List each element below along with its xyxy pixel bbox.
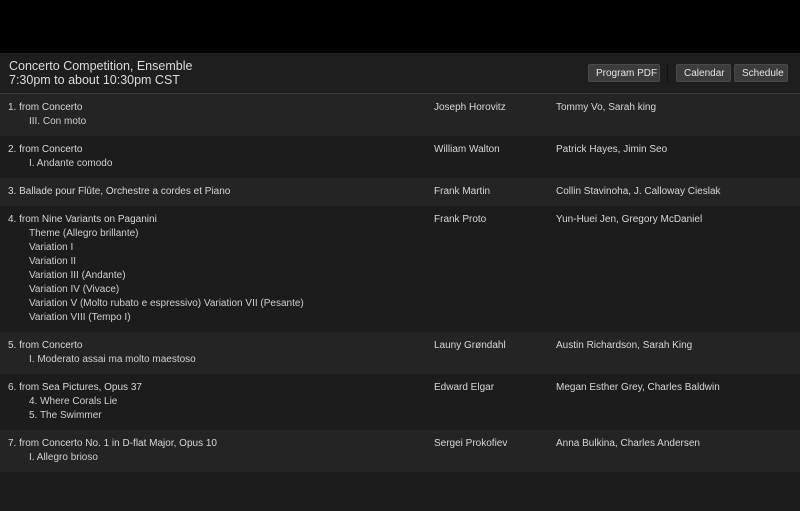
- program-row: 4. from Nine Variants on Paganini Theme (…: [0, 206, 800, 332]
- performers: Patrick Hayes, Jimin Seo: [556, 144, 668, 155]
- button-separator: [667, 64, 668, 82]
- performers: Anna Bulkina, Charles Andersen: [556, 438, 700, 449]
- movement: Variation I: [29, 242, 74, 253]
- performers: Tommy Vo, Sarah king: [556, 102, 657, 113]
- composer: Joseph Horovitz: [434, 102, 506, 113]
- movement: Variation III (Andante): [29, 270, 126, 281]
- performers: Yun-Huei Jen, Gregory McDaniel: [556, 214, 703, 225]
- event-title: Concerto Competition, Ensemble: [9, 59, 193, 73]
- performers: Megan Esther Grey, Charles Baldwin: [556, 382, 720, 393]
- calendar-button[interactable]: Calendar: [676, 64, 731, 82]
- movement: I. Moderato assai ma molto maestoso: [29, 354, 196, 365]
- movement: I. Allegro brioso: [29, 452, 98, 463]
- program-pdf-button[interactable]: Program PDF: [588, 64, 660, 82]
- composer: Sergei Prokofiev: [434, 438, 508, 449]
- movement: 5. The Swimmer: [29, 410, 102, 421]
- program-row: 2. from Concerto I. Andante comodo William…: [0, 136, 800, 178]
- movement: 4. Where Corals Lie: [29, 396, 118, 407]
- movement: III. Con moto: [29, 116, 87, 127]
- piece-title: 1. from Concerto: [8, 102, 83, 113]
- program-row: 3. Ballade pour Flûte, Orchestre a corde…: [0, 178, 800, 206]
- movement: Variation VIII (Tempo I): [29, 312, 131, 323]
- top-bar: [0, 0, 800, 53]
- composer: William Walton: [434, 144, 500, 155]
- event-header: Concerto Competition, Ensemble 7:30pm to…: [0, 53, 800, 94]
- movement: I. Andante comodo: [29, 158, 113, 169]
- program-row: 1. from Concerto III. Con moto Joseph Horo…: [0, 94, 800, 136]
- composer: Launy Grøndahl: [434, 340, 506, 351]
- movement: Variation IV (Vivace): [29, 284, 120, 295]
- program-row: 7. from Concerto No. 1 in D-flat Major, …: [0, 430, 800, 472]
- movement: Variation II: [29, 256, 77, 267]
- event-page: Concerto Competition, Ensemble 7:30pm to…: [0, 0, 800, 511]
- piece-title: 2. from Concerto: [8, 144, 83, 155]
- program-row: 6. from Sea Pictures, Opus 37 4. Where Co…: [0, 374, 800, 430]
- program-list: 1. from Concerto III. Con moto Joseph Horo…: [0, 94, 800, 472]
- movement: Theme (Allegro brillante): [29, 228, 139, 239]
- performers: Austin Richardson, Sarah King: [556, 340, 693, 351]
- composer: Edward Elgar: [434, 382, 495, 393]
- program-row: 5. from Concerto I. Moderato assai ma mol…: [0, 332, 800, 374]
- event-time: 7:30pm to about 10:30pm CST: [9, 73, 180, 87]
- composer: Frank Martin: [434, 186, 491, 197]
- composer: Frank Proto: [434, 214, 487, 225]
- schedule-button[interactable]: Schedule: [734, 64, 788, 82]
- movement: Variation V (Molto rubato e espressivo) …: [29, 298, 304, 309]
- performers: Collin Stavinoha, J. Calloway Cieslak: [556, 186, 721, 197]
